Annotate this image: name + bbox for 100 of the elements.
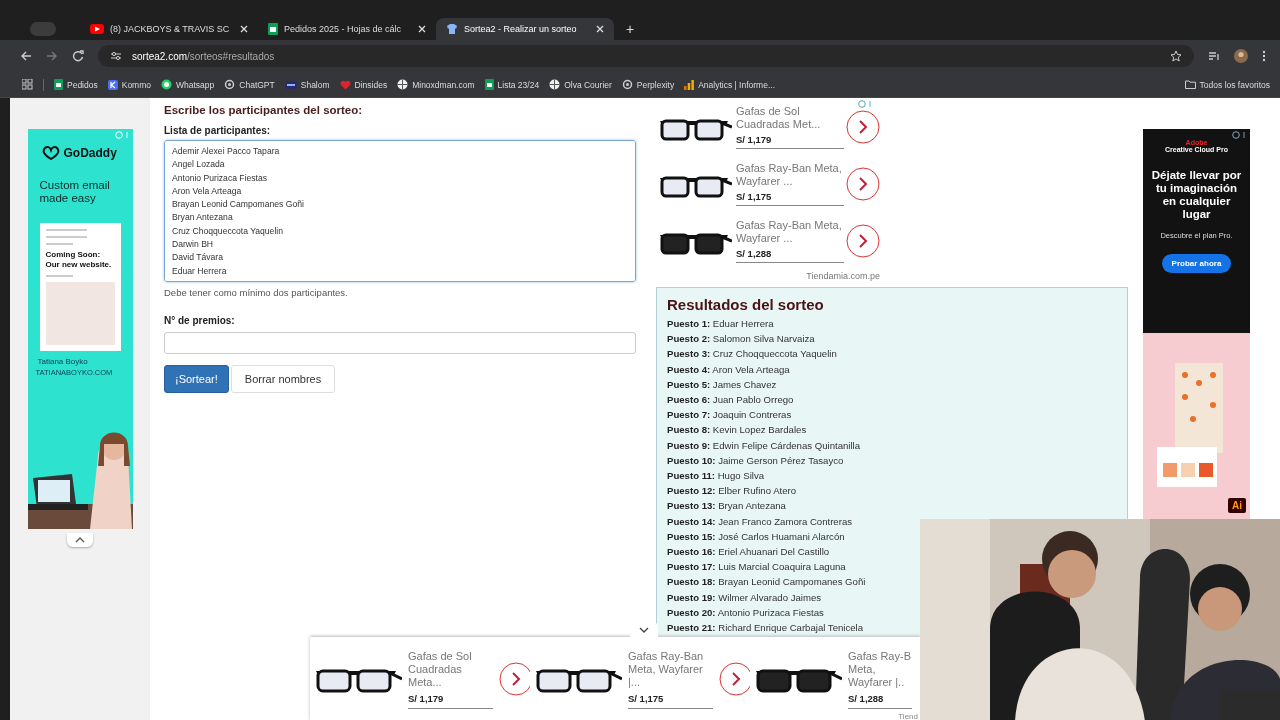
result-entry: Puesto 2: Salomon Silva Narvaiza [667, 332, 816, 347]
clear-names-button[interactable]: Borrar nombres [230, 365, 336, 393]
bookmark-item[interactable]: Dinsides [339, 79, 388, 90]
apps-grid-icon[interactable] [22, 79, 33, 90]
result-entry: Puesto 6: Juan Pablo Orrego [667, 393, 795, 407]
brand-name: GoDaddy [63, 146, 117, 160]
collapse-button[interactable] [67, 533, 93, 547]
bookmark-item[interactable]: Perplexity [621, 79, 675, 90]
email-heading: Coming Soon: Our new website. [45, 250, 113, 270]
result-entry: Puesto 20: Antonio Purizaca Fiestas [667, 605, 825, 620]
result-entry: Puesto 14: Jean Franco Zamora Contreras [667, 514, 854, 529]
result-entry: Puesto 10: Jaime Gerson Pérez Tasayco [667, 453, 845, 468]
result-entry: Puesto 7: Joaquin Contreras [667, 408, 793, 423]
reload-icon[interactable] [72, 50, 84, 62]
product-ad-item[interactable]: Gafas Ray-Ban Meta, Wayfarer ... S/ 1,175 [656, 155, 880, 212]
result-entry: Puesto 3: Cruz Choqqueccota Yaquelin [667, 347, 838, 362]
product-price: S/ 1,175 [628, 692, 665, 704]
chevron-right-icon[interactable] [846, 109, 880, 144]
form-heading: Escribe los participantes del sorteo: [164, 104, 364, 116]
result-entry: Puesto 5: James Chavez [667, 377, 778, 392]
heart-icon [339, 79, 351, 90]
chevron-right-icon[interactable] [846, 166, 880, 201]
bookmark-item[interactable]: Analytics | Informe... [684, 79, 776, 90]
product-price: S/ 1,179 [736, 133, 773, 145]
try-now-button[interactable]: Probar ahora [1161, 254, 1232, 273]
profile-switch-icon[interactable] [30, 22, 56, 36]
ad-source-text: Tiendamia.com.pe [805, 271, 880, 281]
forward-icon[interactable] [46, 50, 58, 62]
bar-chart-icon [684, 79, 695, 90]
chevron-up-icon [75, 537, 85, 543]
site-info-icon[interactable] [110, 51, 122, 61]
heart-logo-icon [41, 145, 60, 161]
chevron-right-icon[interactable] [846, 223, 880, 258]
result-entry: Puesto 1: Eduar Herrera [667, 317, 775, 331]
tab-title: Sortea2 - Realizar un sorteo [464, 24, 578, 34]
ad-headline: Custom email made easy [38, 178, 111, 206]
ad-info-icon[interactable] [1232, 131, 1248, 139]
ad-source-text: Tiend [898, 712, 918, 720]
app-badge: Ai [1228, 498, 1246, 513]
bookmark-item[interactable]: Olva Courier [549, 79, 612, 90]
photo-thumbnail [45, 281, 115, 346]
field-label: N° de premios: [164, 315, 236, 326]
participants-field[interactable]: Ademir Alexei Pacco Tapara Angel Lozada Antonio Purizaca Fiestas Aron Vela Arteaga Brayan Leonid Campomanes Goñi Bryan Antezana Cruz Choqqueccota Yaquelin Darwin BH David Távara Eduar Herrera [164, 140, 636, 282]
address-field[interactable]: sortea2.com/sorteos#resultados [98, 45, 1194, 67]
product-ad-item[interactable]: Gafas Ray-Ban Meta, Wayfarer |... S/ 1,175 [530, 637, 750, 720]
prizes-field[interactable] [164, 332, 636, 354]
result-entry: Puesto 13: Bryan Antezana [667, 499, 787, 514]
result-entry: Puesto 8: Kevin Lopez Bardales [667, 423, 808, 438]
spreadsheet-icon [484, 79, 494, 90]
bookmark-star-icon[interactable] [1170, 50, 1182, 62]
result-entry: Puesto 21: Richard Enrique Carbajal Tenicela [667, 621, 865, 636]
bookmark-item[interactable]: Whatsapp [161, 79, 215, 90]
chat-bubble-icon [161, 79, 172, 90]
bookmark-item[interactable]: ChatGPT [224, 79, 275, 90]
browser-tab[interactable]: Sortea2 - Realizar un sorteo [436, 18, 614, 40]
ad-banner[interactable]: Gafas de Sol Cuadradas Meta... S/ 1,179 Gafas Ray-Ban Meta, Wayfarer |... S/ 1,175 Gafas Ray-B Meta, Wayfarer |.. S/ 1,288 Tiend [310, 637, 920, 720]
bookmark-item[interactable]: Pedidos [54, 79, 98, 90]
product-price: S/ 1,179 [408, 692, 445, 704]
back-icon[interactable] [20, 50, 32, 62]
product-price: S/ 1,288 [848, 692, 885, 704]
new-tab-button[interactable]: + [626, 22, 635, 36]
globe-icon [397, 79, 409, 90]
chevron-right-icon[interactable] [719, 662, 750, 696]
media-icon[interactable] [1208, 50, 1220, 62]
ad-headline: Déjate llevar por tu imaginación en cualquier lugar [1150, 169, 1243, 221]
bookmark-item[interactable]: Shalom [284, 79, 330, 90]
hint-text: Debe tener como mínimo dos participantes. [164, 287, 349, 298]
product-ad-item[interactable]: Gafas de Sol Cuadradas Meta... S/ 1,179 [310, 637, 530, 720]
bookmark-item[interactable]: Kommo [107, 79, 151, 90]
draw-button[interactable]: ¡Sortear! [164, 365, 229, 393]
menu-icon[interactable] [1262, 50, 1266, 62]
spreadsheet-icon [54, 79, 63, 90]
close-icon[interactable] [418, 25, 426, 33]
bookmark-item[interactable]: Lista 23/24 [484, 79, 540, 90]
result-entry: Puesto 15: José Carlos Huamani Alarcón [667, 529, 846, 544]
product-title: Gafas de Sol Cuadradas Met... [736, 104, 822, 131]
result-entry: Puesto 4: Aron Vela Arteaga [667, 362, 791, 377]
author-name: Tatiana Boyko [36, 356, 89, 367]
product-title: Gafas Ray-Ban Meta, Wayfarer ... [736, 161, 843, 188]
shirt-icon [446, 23, 458, 35]
spreadsheet-icon [268, 23, 278, 35]
tab-title: (8) JACKBOYS & TRAVIS SC [110, 24, 231, 34]
profile-avatar-icon[interactable] [1234, 49, 1248, 63]
result-entry: Puesto 12: Elber Rufino Atero [667, 484, 798, 499]
browser-tab[interactable]: (8) JACKBOYS & TRAVIS SC [80, 18, 258, 40]
close-icon[interactable] [240, 25, 248, 33]
video-icon [90, 24, 104, 34]
field-label: Lista de participantes: [164, 125, 272, 136]
result-entry: Puesto 16: Eriel Ahuanari Del Castillo [667, 545, 831, 560]
product-title: Gafas de Sol Cuadradas Meta... [408, 649, 473, 689]
browser-tab[interactable]: Pedidos 2025 - Hojas de cálc [258, 18, 436, 40]
product-title: Gafas Ray-Ban Meta, Wayfarer |... [628, 649, 705, 689]
product-ad-item[interactable]: Gafas Ray-Ban Meta, Wayfarer ... S/ 1,288 [656, 212, 880, 269]
bookmark-item[interactable]: Minoxdman.com [397, 79, 475, 90]
product-ad-item[interactable]: Gafas de Sol Cuadradas Met... S/ 1,179 [656, 98, 880, 155]
k-logo-icon [107, 79, 118, 90]
all-bookmarks-item[interactable]: Todos los favoritos [1184, 79, 1270, 90]
url-text: sortea2.com/sorteos#resultados [132, 50, 276, 62]
close-icon[interactable] [596, 25, 604, 33]
chevron-right-icon[interactable] [499, 662, 530, 696]
